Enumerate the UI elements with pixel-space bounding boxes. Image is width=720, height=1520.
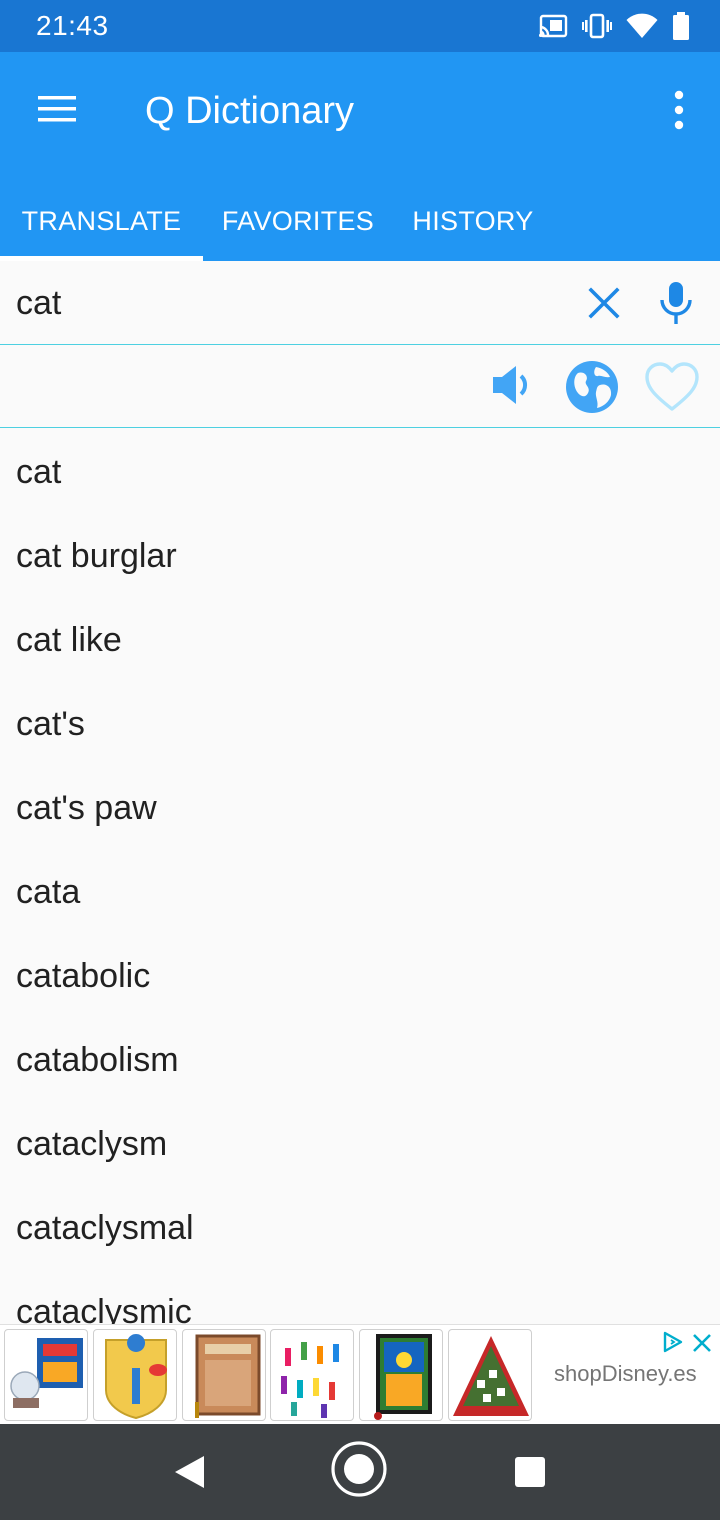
- suggestion-item[interactable]: cataclysmal: [0, 1186, 720, 1270]
- tab-bar: TRANSLATE FAVORITES HISTORY: [0, 182, 720, 261]
- app-bar: Q Dictionary TRANSLATE FAVORITES HISTORY: [0, 52, 720, 261]
- suggestion-item[interactable]: catabolic: [0, 934, 720, 1018]
- status-bar: 21:43: [0, 0, 720, 52]
- tab-favorites[interactable]: FAVORITES: [203, 182, 393, 261]
- battery-icon: [673, 12, 689, 40]
- search-input[interactable]: [16, 279, 556, 327]
- word-actions-row: [0, 345, 720, 428]
- vibrate-icon: [582, 13, 612, 39]
- heart-outline-icon[interactable]: [644, 361, 700, 413]
- ad-product-image[interactable]: [448, 1329, 532, 1421]
- more-vert-icon[interactable]: [672, 90, 686, 130]
- status-icons: [538, 10, 690, 42]
- globe-icon[interactable]: [564, 359, 620, 415]
- mic-icon[interactable]: [658, 281, 694, 325]
- status-time: 21:43: [36, 10, 109, 41]
- cast-icon: [539, 14, 568, 38]
- suggestion-item[interactable]: cat like: [0, 598, 720, 682]
- ad-product-image[interactable]: [359, 1329, 443, 1421]
- back-icon[interactable]: [172, 1454, 206, 1490]
- ad-product-image[interactable]: [93, 1329, 177, 1421]
- suggestion-item[interactable]: cat: [0, 430, 720, 514]
- ad-product-image[interactable]: [182, 1329, 266, 1421]
- suggestion-item[interactable]: cat's: [0, 682, 720, 766]
- suggestion-item[interactable]: catabolism: [0, 1018, 720, 1102]
- ad-banner[interactable]: shopDisney.es: [0, 1324, 720, 1424]
- close-icon[interactable]: [586, 285, 622, 321]
- wifi-icon: [626, 13, 658, 38]
- ad-product-image[interactable]: [4, 1329, 88, 1421]
- home-icon[interactable]: [330, 1440, 388, 1498]
- suggestion-item[interactable]: cat's paw: [0, 766, 720, 850]
- suggestion-item[interactable]: cataclysm: [0, 1102, 720, 1186]
- system-nav-bar: [0, 1424, 720, 1520]
- suggestion-item[interactable]: cataclysmic: [0, 1270, 720, 1325]
- app-title: Q Dictionary: [145, 90, 355, 132]
- suggestion-item[interactable]: cata: [0, 850, 720, 934]
- tab-translate[interactable]: TRANSLATE: [0, 182, 203, 261]
- ad-brand-text[interactable]: shopDisney.es: [554, 1361, 697, 1387]
- ad-close-icon[interactable]: [692, 1333, 712, 1353]
- ad-product-image[interactable]: [270, 1329, 354, 1421]
- suggestion-item[interactable]: cat burglar: [0, 514, 720, 598]
- search-row: [0, 261, 720, 345]
- speaker-icon[interactable]: [490, 363, 534, 407]
- ad-choices-icon[interactable]: [662, 1331, 684, 1353]
- suggestion-list: cat cat burglar cat like cat's cat's paw…: [0, 430, 720, 1325]
- hamburger-menu-icon[interactable]: [38, 94, 76, 124]
- recents-icon[interactable]: [513, 1455, 547, 1489]
- tab-history[interactable]: HISTORY: [393, 182, 553, 261]
